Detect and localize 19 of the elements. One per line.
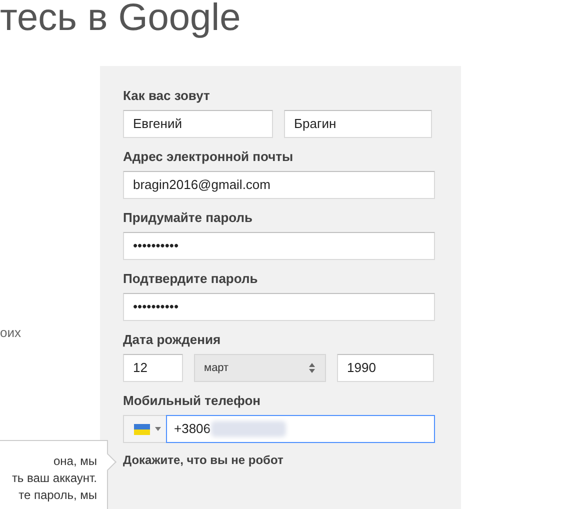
field-label: Как вас зовут <box>123 88 211 104</box>
month-select[interactable]: март <box>194 354 326 382</box>
first-name-field[interactable]: Евгений <box>123 110 273 138</box>
field-label: Придумайте пароль <box>123 210 254 226</box>
field-label: Мобильный телефон <box>123 393 262 409</box>
year-field[interactable]: 1990 <box>337 354 434 382</box>
email-field[interactable]: bragin2016@gmail.com <box>123 171 435 199</box>
phone-field[interactable]: +3806 <box>166 415 435 443</box>
field-label: Подтвердите пароль <box>123 271 259 287</box>
confirm-password-field[interactable]: •••••••••• <box>123 293 435 321</box>
field-label: Дата рождения <box>123 332 222 348</box>
day-field[interactable]: 12 <box>123 354 183 382</box>
tooltip-text: она, мы ть ваш аккаунт. те пароль, мы <box>10 453 98 504</box>
field-label: Докажите, что вы не робот <box>123 454 284 467</box>
side-text: оих <box>0 324 21 342</box>
last-name-field[interactable]: Брагин <box>284 110 432 138</box>
page-heading: тесь в Google <box>0 0 241 40</box>
password-field[interactable]: •••••••••• <box>123 232 435 260</box>
field-label: Адрес электронной почты <box>123 149 294 165</box>
